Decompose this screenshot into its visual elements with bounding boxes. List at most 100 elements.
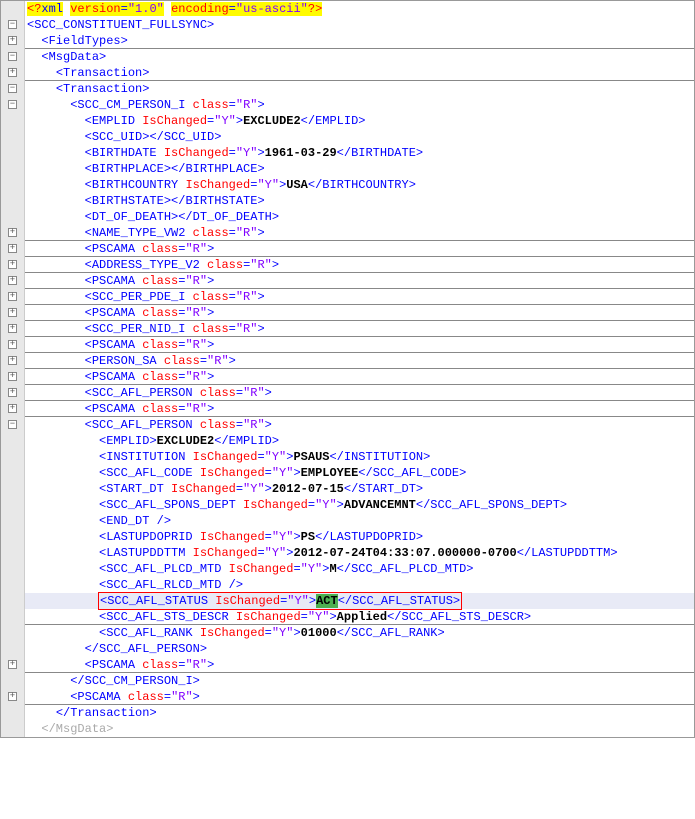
fold-gutter: [1, 561, 25, 577]
code-line: + <ADDRESS_TYPE_V2 class="R">: [1, 257, 694, 273]
fold-expanded-icon[interactable]: −: [8, 84, 17, 93]
fold-gutter[interactable]: +: [1, 33, 25, 49]
fold-collapsed-icon[interactable]: +: [8, 260, 17, 269]
fold-collapsed-icon[interactable]: +: [8, 660, 17, 669]
code-line: + <FieldTypes>: [1, 33, 694, 49]
code-content: <SCC_AFL_STS_DESCR IsChanged="Y">Applied…: [25, 609, 694, 624]
code-content: <PSCAMA class="R">: [25, 689, 694, 704]
code-line: <SCC_AFL_CODE IsChanged="Y">EMPLOYEE</SC…: [1, 465, 694, 481]
fold-gutter: [1, 481, 25, 497]
fold-gutter: [1, 193, 25, 209]
code-line: <EMPLID IsChanged="Y">EXCLUDE2</EMPLID>: [1, 113, 694, 129]
fold-gutter: [1, 577, 25, 593]
code-content: <PSCAMA class="R">: [25, 401, 694, 416]
fold-gutter: [1, 209, 25, 225]
code-content: <SCC_AFL_SPONS_DEPT IsChanged="Y">ADVANC…: [25, 497, 694, 513]
fold-gutter: [1, 641, 25, 657]
fold-gutter[interactable]: +: [1, 353, 25, 369]
code-line: + <PSCAMA class="R">: [1, 305, 694, 321]
fold-gutter[interactable]: +: [1, 401, 25, 417]
fold-collapsed-icon[interactable]: +: [8, 372, 17, 381]
fold-gutter[interactable]: +: [1, 241, 25, 257]
code-line: + <SCC_PER_NID_I class="R">: [1, 321, 694, 337]
code-content: <LASTUPDDTTM IsChanged="Y">2012-07-24T04…: [25, 545, 694, 561]
fold-gutter[interactable]: +: [1, 321, 25, 337]
code-line: <LASTUPDOPRID IsChanged="Y">PS</LASTUPDO…: [1, 529, 694, 545]
fold-collapsed-icon[interactable]: +: [8, 692, 17, 701]
fold-gutter: [1, 609, 25, 625]
code-content: <EMPLID IsChanged="Y">EXCLUDE2</EMPLID>: [25, 113, 694, 129]
fold-collapsed-icon[interactable]: +: [8, 36, 17, 45]
fold-collapsed-icon[interactable]: +: [8, 276, 17, 285]
code-line: <SCC_AFL_PLCD_MTD IsChanged="Y">M</SCC_A…: [1, 561, 694, 577]
code-line: + <PSCAMA class="R">: [1, 337, 694, 353]
fold-gutter[interactable]: +: [1, 273, 25, 289]
fold-expanded-icon[interactable]: −: [8, 52, 17, 61]
fold-collapsed-icon[interactable]: +: [8, 356, 17, 365]
code-content: <SCC_AFL_STATUS IsChanged="Y">ACT</SCC_A…: [25, 593, 694, 609]
code-content: </MsgData>: [25, 721, 694, 737]
code-line: <SCC_AFL_SPONS_DEPT IsChanged="Y">ADVANC…: [1, 497, 694, 513]
code-content: <Transaction>: [25, 81, 694, 97]
fold-gutter[interactable]: −: [1, 97, 25, 113]
code-content: <BIRTHCOUNTRY IsChanged="Y">USA</BIRTHCO…: [25, 177, 694, 193]
code-line: <BIRTHCOUNTRY IsChanged="Y">USA</BIRTHCO…: [1, 177, 694, 193]
code-line: <BIRTHDATE IsChanged="Y">1961-03-29</BIR…: [1, 145, 694, 161]
code-content: <PSCAMA class="R">: [25, 369, 694, 384]
fold-collapsed-icon[interactable]: +: [8, 324, 17, 333]
fold-gutter[interactable]: +: [1, 225, 25, 241]
fold-gutter: [1, 113, 25, 129]
fold-expanded-icon[interactable]: −: [8, 100, 17, 109]
code-content: <PSCAMA class="R">: [25, 241, 694, 256]
fold-gutter[interactable]: −: [1, 81, 25, 97]
fold-gutter: [1, 705, 25, 721]
fold-gutter[interactable]: +: [1, 289, 25, 305]
code-content: <BIRTHPLACE></BIRTHPLACE>: [25, 161, 694, 177]
code-content: </SCC_AFL_PERSON>: [25, 641, 694, 657]
fold-gutter[interactable]: +: [1, 305, 25, 321]
code-content: <START_DT IsChanged="Y">2012-07-15</STAR…: [25, 481, 694, 497]
fold-gutter[interactable]: +: [1, 657, 25, 673]
fold-collapsed-icon[interactable]: +: [8, 388, 17, 397]
fold-collapsed-icon[interactable]: +: [8, 404, 17, 413]
fold-collapsed-icon[interactable]: +: [8, 308, 17, 317]
code-content: <PSCAMA class="R">: [25, 305, 694, 320]
fold-gutter[interactable]: −: [1, 417, 25, 433]
code-content: <SCC_AFL_RLCD_MTD />: [25, 577, 694, 593]
fold-gutter[interactable]: +: [1, 385, 25, 401]
code-line: <SCC_AFL_RANK IsChanged="Y">01000</SCC_A…: [1, 625, 694, 641]
fold-gutter[interactable]: +: [1, 369, 25, 385]
fold-collapsed-icon[interactable]: +: [8, 228, 17, 237]
code-content: </SCC_CM_PERSON_I>: [25, 673, 694, 689]
code-content: <ADDRESS_TYPE_V2 class="R">: [25, 257, 694, 272]
code-content: <LASTUPDOPRID IsChanged="Y">PS</LASTUPDO…: [25, 529, 694, 545]
fold-gutter[interactable]: +: [1, 337, 25, 353]
code-line: + <PSCAMA class="R">: [1, 241, 694, 257]
code-line: <END_DT />: [1, 513, 694, 529]
fold-gutter[interactable]: +: [1, 689, 25, 705]
code-content: <FieldTypes>: [25, 33, 694, 48]
code-line: <START_DT IsChanged="Y">2012-07-15</STAR…: [1, 481, 694, 497]
fold-collapsed-icon[interactable]: +: [8, 244, 17, 253]
code-line: </SCC_CM_PERSON_I>: [1, 673, 694, 689]
code-content: <PERSON_SA class="R">: [25, 353, 694, 368]
code-line: </MsgData>: [1, 721, 694, 737]
fold-gutter[interactable]: +: [1, 257, 25, 273]
code-content: <SCC_PER_PDE_I class="R">: [25, 289, 694, 304]
code-content: <SCC_PER_NID_I class="R">: [25, 321, 694, 336]
code-content: <SCC_CONSTITUENT_FULLSYNC>: [25, 17, 694, 33]
code-content: <EMPLID>EXCLUDE2</EMPLID>: [25, 433, 694, 449]
xml-declaration: <?xml version="1.0" encoding="us-ascii"?…: [25, 1, 694, 17]
fold-collapsed-icon[interactable]: +: [8, 292, 17, 301]
fold-gutter[interactable]: −: [1, 49, 25, 65]
fold-gutter[interactable]: +: [1, 65, 25, 81]
fold-gutter: [1, 593, 25, 609]
fold-expanded-icon[interactable]: −: [8, 420, 17, 429]
fold-expanded-icon[interactable]: −: [8, 20, 17, 29]
code-line: <DT_OF_DEATH></DT_OF_DEATH>: [1, 209, 694, 225]
code-line: + <PSCAMA class="R">: [1, 401, 694, 417]
fold-gutter[interactable]: −: [1, 17, 25, 33]
fold-collapsed-icon[interactable]: +: [8, 340, 17, 349]
fold-collapsed-icon[interactable]: +: [8, 68, 17, 77]
code-line: <LASTUPDDTTM IsChanged="Y">2012-07-24T04…: [1, 545, 694, 561]
